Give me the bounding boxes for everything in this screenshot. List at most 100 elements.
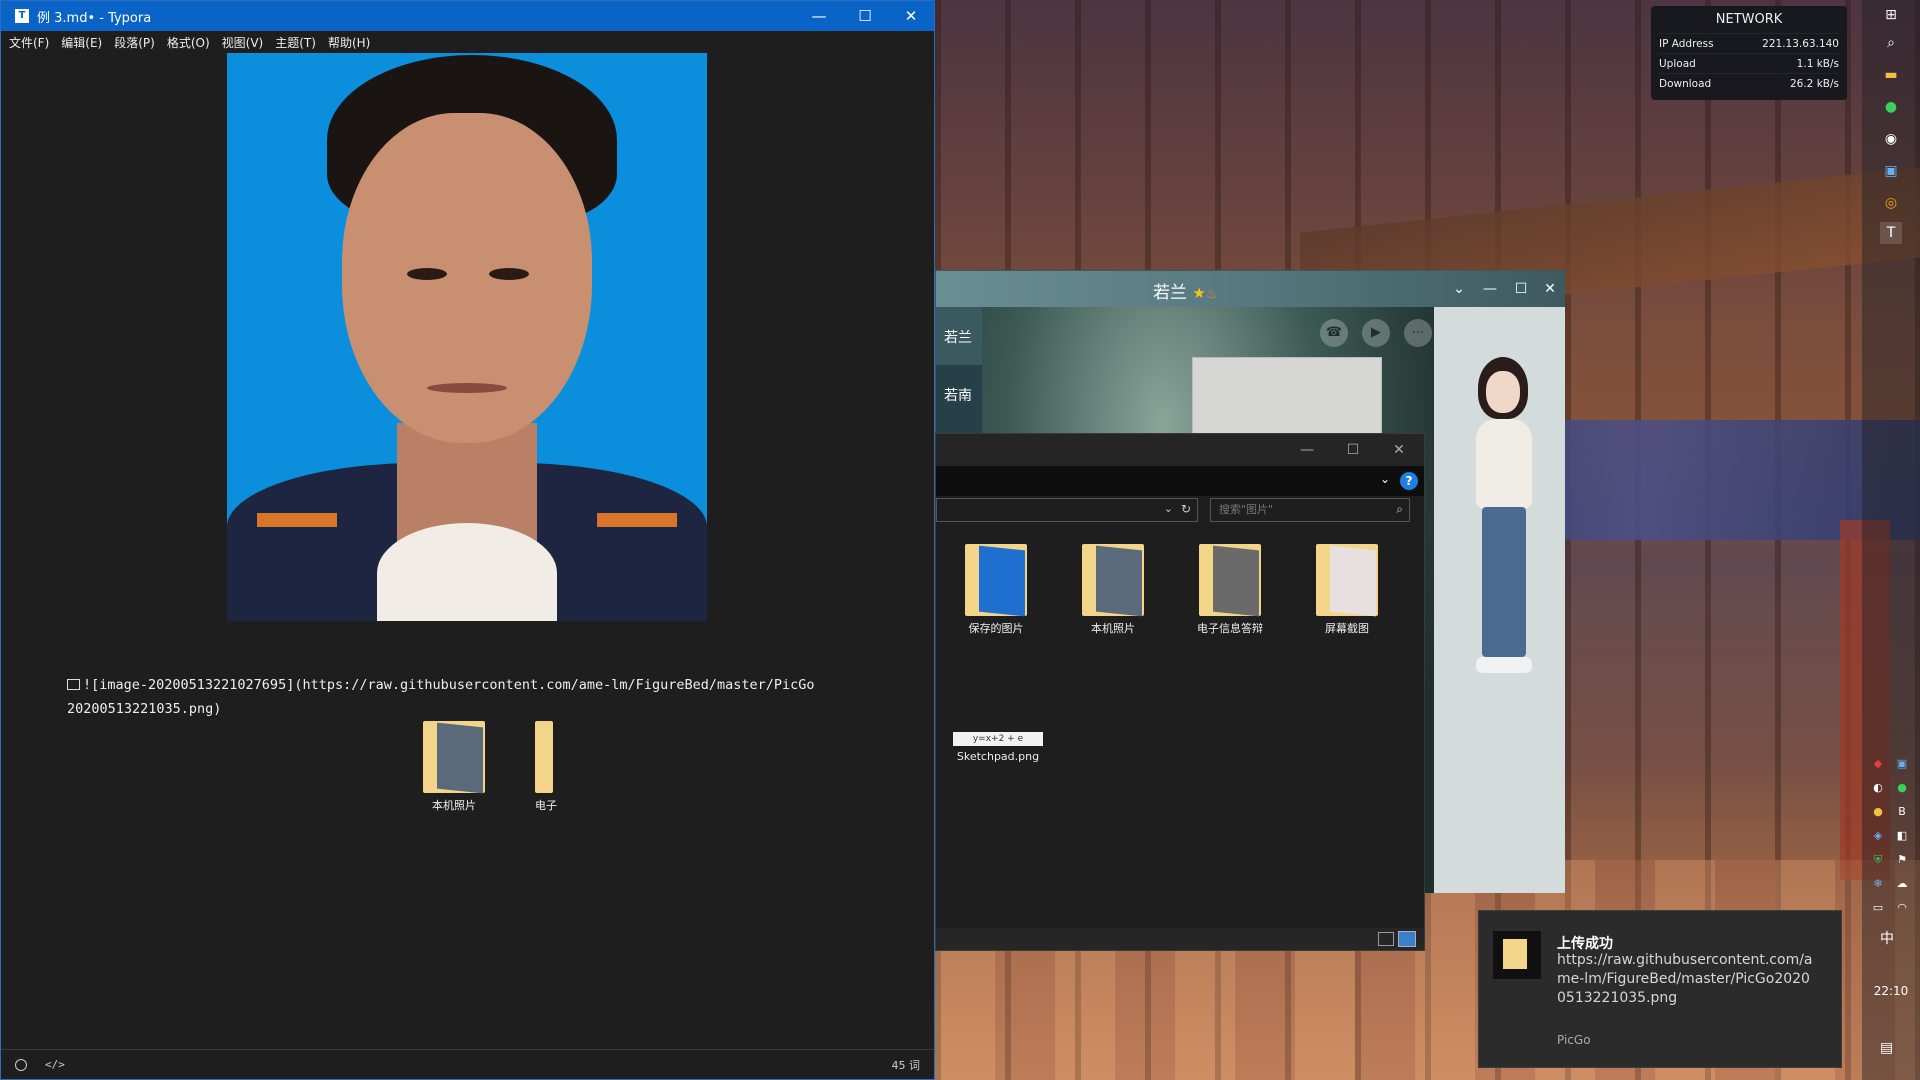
chat-show-panel	[1434, 307, 1565, 893]
clock[interactable]: 22:10	[1862, 984, 1920, 998]
wechat-icon[interactable]: ●	[1880, 96, 1902, 118]
menu-view[interactable]: 视图(V)	[222, 34, 264, 51]
folder-saved-pictures[interactable]: 保存的图片	[956, 544, 1036, 636]
network-row: Download 26.2 kB/s	[1659, 73, 1839, 93]
chrome-icon[interactable]: ◎	[1880, 192, 1902, 214]
maximize-button[interactable]: ☐	[842, 1, 888, 31]
search-icon[interactable]: ⌕	[1396, 502, 1403, 517]
battery-icon[interactable]: ▭	[1870, 900, 1886, 916]
shield-icon[interactable]: ⛨	[1870, 852, 1886, 868]
help-icon[interactable]: ?	[1400, 472, 1418, 490]
refresh-icon[interactable]: ↻	[1181, 502, 1191, 516]
avatar-character	[1464, 357, 1544, 687]
start-icon[interactable]: ⊞	[1880, 4, 1902, 26]
photo-eye	[489, 268, 529, 280]
menu-paragraph[interactable]: 段落(P)	[114, 34, 155, 51]
network-heading: NETWORK	[1715, 12, 1783, 27]
phone-icon[interactable]: ☎	[1320, 319, 1348, 347]
minimize-button[interactable]: —	[1284, 434, 1330, 466]
search-icon[interactable]: ⌕	[1880, 32, 1902, 54]
row-value: 221.13.63.140	[1762, 38, 1839, 50]
inserted-photo[interactable]	[227, 53, 707, 621]
close-button[interactable]: ✕	[1534, 271, 1566, 307]
notification-center-icon[interactable]: ▤	[1880, 1040, 1893, 1056]
tray-icon[interactable]: ◐	[1870, 780, 1886, 796]
folder-defense[interactable]: 电子信息答辩	[1190, 544, 1270, 636]
tray-icon[interactable]: ●	[1870, 804, 1886, 820]
network-row: Upload 1.1 kB/s	[1659, 53, 1839, 73]
photo-stripe	[257, 513, 337, 527]
minimize-button[interactable]: —	[796, 1, 842, 31]
address-bar[interactable]: ⌄ ↻	[936, 498, 1198, 522]
dragged-folder-electronic[interactable]: 电子	[506, 721, 586, 813]
minimize-button[interactable]: —	[1474, 271, 1506, 307]
tray-icon[interactable]: ◆	[1870, 756, 1886, 772]
tray-icon[interactable]: B	[1894, 804, 1910, 820]
tray-icon[interactable]: ⚑	[1894, 852, 1910, 868]
explorer-statusbar	[936, 928, 1424, 950]
folder-icon	[423, 721, 485, 794]
row-label: Download	[1659, 78, 1712, 90]
explorer-titlebar[interactable]: — ☐ ✕	[936, 434, 1424, 466]
upload-success-toast[interactable]: 上传成功 https://raw.githubusercontent.com/a…	[1478, 910, 1842, 1068]
handwritten-note-image[interactable]	[1192, 357, 1382, 437]
more-icon[interactable]: ⋯	[1404, 319, 1432, 347]
large-icons-view-icon[interactable]	[1398, 931, 1416, 947]
search-input[interactable]	[1211, 499, 1381, 520]
menu-file[interactable]: 文件(F)	[9, 34, 49, 51]
menu-theme[interactable]: 主题(T)	[275, 34, 316, 51]
ribbon-bar: ⌄ ?	[936, 466, 1424, 496]
typora-window: T 例 3.md• - Typora — ☐ ✕ 文件(F) 编辑(E) 段落(…	[0, 0, 935, 1080]
app-icon[interactable]: ▣	[1880, 160, 1902, 182]
wechat-tray-icon[interactable]: ●	[1894, 780, 1910, 796]
typora-titlebar[interactable]: T 例 3.md• - Typora — ☐ ✕	[1, 1, 934, 31]
cloud-icon[interactable]: ☁	[1894, 876, 1910, 892]
app-icon[interactable]: ◉	[1880, 128, 1902, 150]
file-explorer-icon[interactable]: ▬	[1880, 64, 1902, 86]
close-button[interactable]: ✕	[888, 1, 934, 31]
toast-title: 上传成功	[1557, 936, 1613, 952]
search-box[interactable]: ⌕	[1210, 498, 1410, 522]
snowflake-icon[interactable]: ❄	[1870, 876, 1886, 892]
sidebar-item-ruonan[interactable]: 若南	[936, 365, 982, 423]
menu-edit[interactable]: 编辑(E)	[61, 34, 102, 51]
folder-icon	[535, 721, 557, 793]
outline-toggle-icon[interactable]	[15, 1058, 27, 1071]
menu-help[interactable]: 帮助(H)	[328, 34, 370, 51]
status-bar: </> 45 词	[1, 1049, 934, 1079]
dragged-folder-local-photos[interactable]: 本机照片	[414, 721, 494, 813]
file-sketchpad[interactable]: y=x+2 + e Sketchpad.png	[953, 732, 1043, 763]
video-icon[interactable]: ▶	[1362, 319, 1390, 347]
drop-icon[interactable]: ◈	[1870, 828, 1886, 844]
maximize-button[interactable]: ☐	[1330, 434, 1376, 466]
tray-icon[interactable]: ▣	[1894, 756, 1910, 772]
tray-icon[interactable]: ◧	[1894, 828, 1910, 844]
folder-label: 电子信息答辩	[1197, 622, 1263, 635]
maximize-button[interactable]: ☐	[1505, 271, 1537, 307]
markdown-image-text: ![image-20200513221027695](https://raw.g…	[83, 677, 815, 693]
typora-taskbar-icon[interactable]: T	[1880, 222, 1902, 244]
source-mode-icon[interactable]: </>	[45, 1058, 65, 1071]
folder-icon	[1316, 544, 1378, 617]
chevron-down-icon[interactable]: ⌄	[1164, 502, 1173, 515]
contact-name: 若兰	[1153, 283, 1187, 303]
document-area[interactable]: ![image-20200513221027695](https://raw.g…	[9, 53, 927, 1043]
close-button[interactable]: ✕	[1376, 434, 1422, 466]
chat-titlebar[interactable]: 若兰 ★♨ ⌄ — ☐ ✕	[936, 271, 1564, 307]
folder-local-photos[interactable]: 本机照片	[1073, 544, 1153, 636]
photo-eye	[407, 268, 447, 280]
markdown-image-line[interactable]: ![image-20200513221027695](https://raw.g…	[67, 677, 815, 693]
details-view-icon[interactable]	[1378, 932, 1394, 946]
menu-format[interactable]: 格式(O)	[167, 34, 210, 51]
row-value: 26.2 kB/s	[1789, 78, 1839, 90]
flame-icon: ♨	[1205, 287, 1218, 302]
input-language[interactable]: 中	[1872, 928, 1902, 948]
word-count[interactable]: 45 词	[892, 1057, 921, 1073]
wifi-icon[interactable]: ◠	[1894, 900, 1910, 916]
folder-label: 屏幕截图	[1325, 622, 1369, 635]
folder-screenshots[interactable]: 屏幕截图	[1307, 544, 1387, 636]
sidebar-item-ruolan[interactable]: 若兰	[936, 307, 982, 365]
chevron-down-icon[interactable]: ⌄	[1380, 472, 1390, 486]
chevron-down-icon[interactable]: ⌄	[1443, 271, 1475, 307]
picgo-thumbnail-icon	[1493, 931, 1541, 979]
